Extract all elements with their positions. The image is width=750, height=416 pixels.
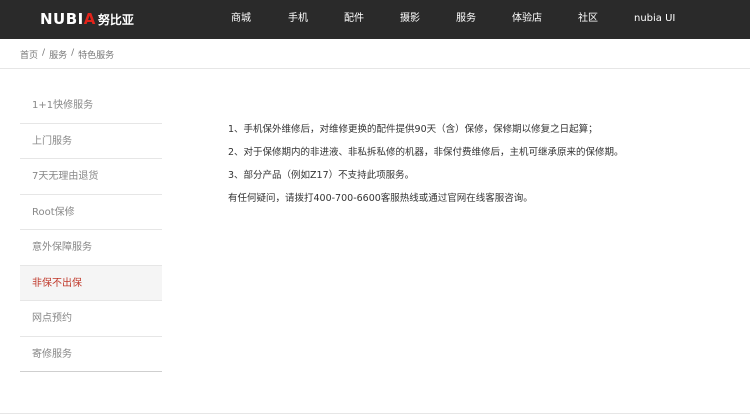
breadcrumb-home[interactable]: 首页 [20, 48, 38, 61]
service-description: 1、手机保外维修后，对维修更换的配件提供90天（含）保修，保修期以修复之日起算；… [228, 124, 728, 216]
sidebar-item-7day-return[interactable]: 7天无理由退货 [20, 159, 162, 195]
sidebar-item-mail-in-repair[interactable]: 寄修服务 [20, 337, 162, 372]
sidebar-item-out-of-warranty[interactable]: 非保不出保 [20, 265, 162, 301]
footer-divider [0, 413, 750, 414]
nav-item-community[interactable]: 社区 [578, 0, 598, 39]
description-line-3: 3、部分产品（例如Z17）不支持此项服务。 [228, 170, 415, 181]
nav-item-accessories[interactable]: 配件 [344, 0, 364, 39]
nav-item-experience-store[interactable]: 体验店 [512, 0, 542, 39]
nav-item-photography[interactable]: 摄影 [400, 0, 420, 39]
breadcrumb-current: 特色服务 [78, 51, 115, 61]
nav-item-service[interactable]: 服务 [456, 0, 476, 39]
sidebar-item-accident-protection[interactable]: 意外保障服务 [20, 230, 162, 266]
description-line-1: 1、手机保外维修后，对维修更换的配件提供90天（含）保修，保修期以修复之日起算； [228, 124, 598, 135]
service-sidebar: 1+1快修服务 上门服务 7天无理由退货 Root保修 意外保障服务 非保不出保… [20, 88, 162, 372]
sidebar-item-onsite-service[interactable]: 上门服务 [20, 124, 162, 159]
top-navigation-bar: NUBIA 努比亚 商城 手机 配件 摄影 服务 体验店 社区 nubia UI [0, 0, 750, 39]
nav-item-mall[interactable]: 商城 [231, 0, 251, 39]
breadcrumb-separator: / [42, 48, 46, 58]
sidebar-item-quick-repair[interactable]: 1+1快修服务 [20, 88, 162, 124]
nav-item-phones[interactable]: 手机 [288, 0, 308, 39]
sidebar-item-outlet-booking[interactable]: 网点预约 [20, 301, 162, 337]
main-nav: 商城 手机 配件 摄影 服务 体验店 社区 nubia UI [0, 0, 750, 39]
breadcrumb-separator: / [71, 48, 75, 58]
nav-item-nubia-ui[interactable]: nubia UI [634, 0, 675, 39]
breadcrumb: 首页 / 服务 / 特色服务 [20, 48, 114, 61]
description-contact-line: 有任何疑问，请拨打400-700-6600客服热线或通过官网在线客服咨询。 [228, 193, 533, 204]
breadcrumb-divider [0, 68, 750, 69]
breadcrumb-service[interactable]: 服务 [49, 48, 67, 61]
description-line-2: 2、对于保修期内的非进液、非私拆私修的机器，非保付费维修后，主机可继承原来的保修… [228, 147, 624, 158]
sidebar-item-root-warranty[interactable]: Root保修 [20, 195, 162, 230]
